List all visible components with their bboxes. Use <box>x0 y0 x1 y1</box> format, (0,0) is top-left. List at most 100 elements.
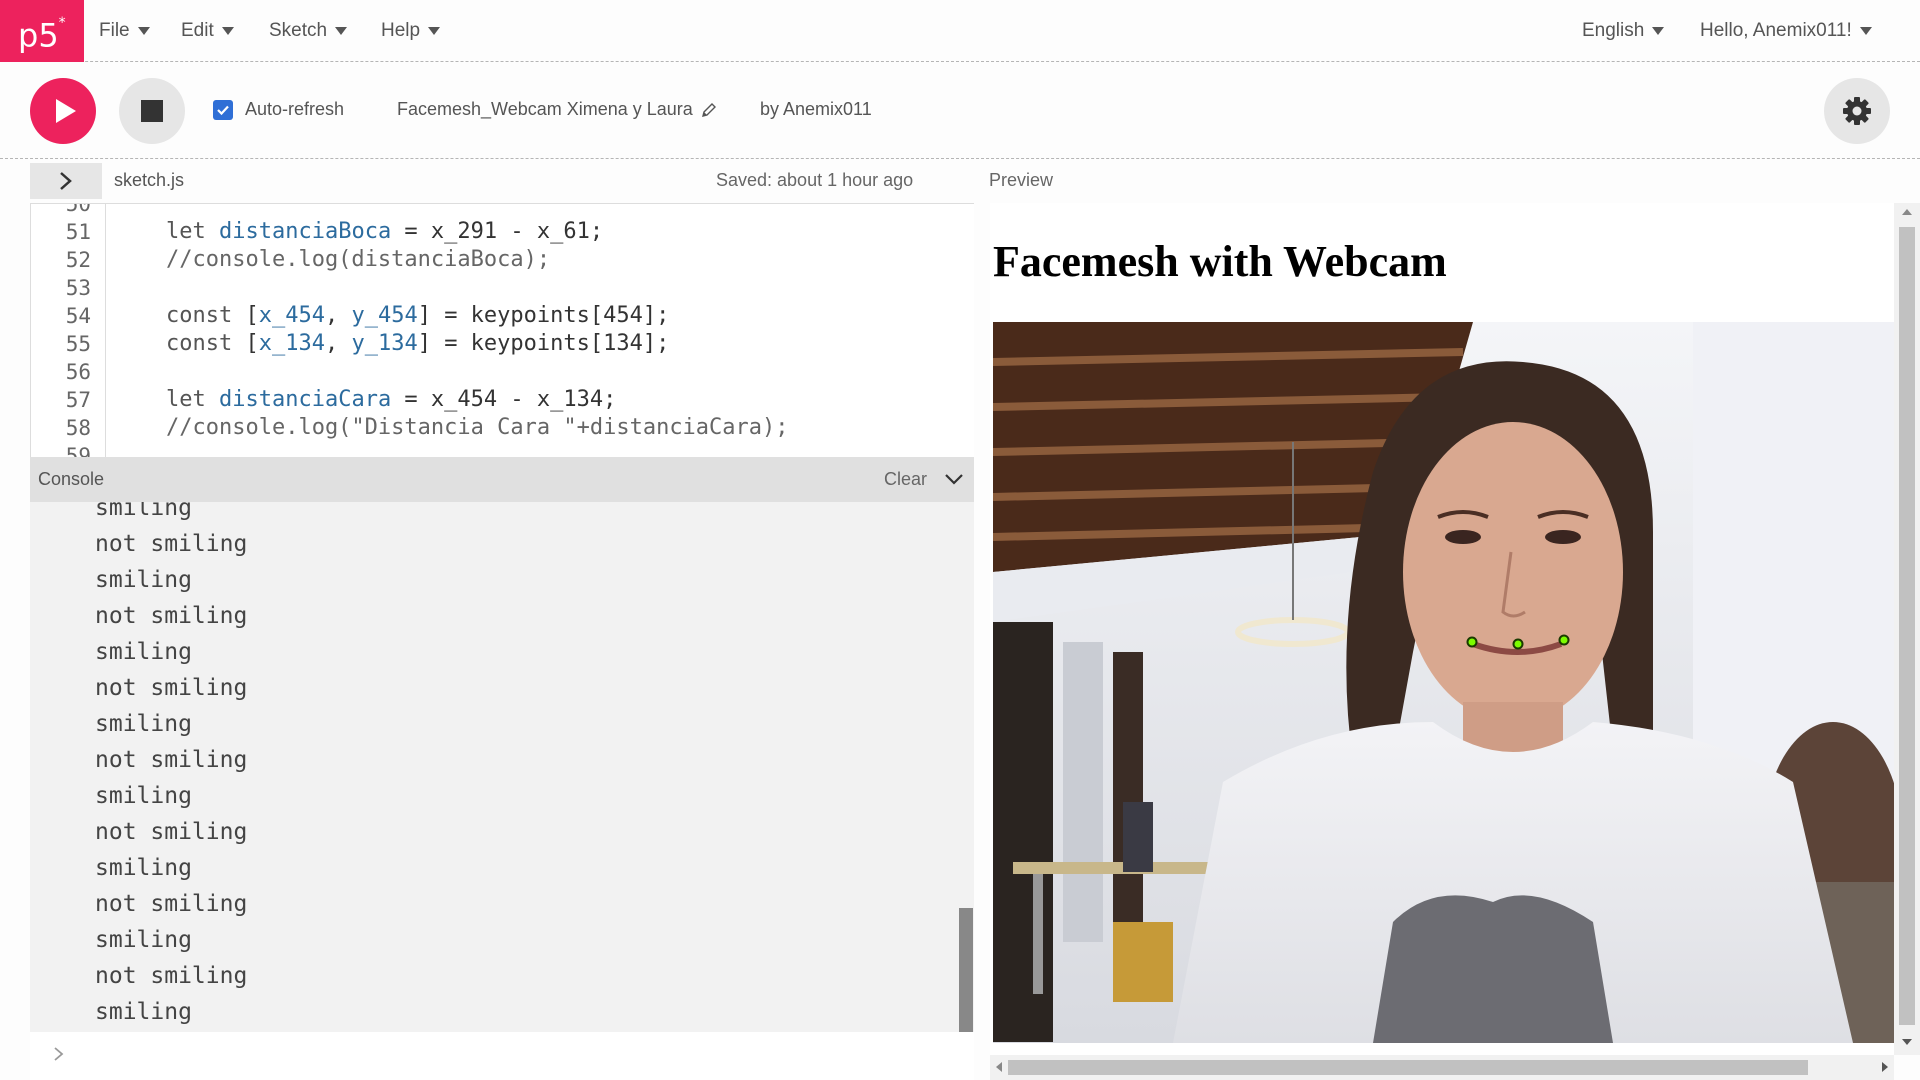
code-line[interactable]: 53 <box>31 274 974 302</box>
pencil-icon[interactable] <box>701 102 717 118</box>
line-number: 52 <box>65 248 91 272</box>
menu-edit[interactable]: Edit <box>181 0 234 62</box>
console-message: smiling <box>95 783 192 809</box>
auto-refresh-toggle[interactable]: Auto-refresh <box>213 99 344 120</box>
code-line[interactable]: 50 <box>31 203 974 218</box>
file-tab-name[interactable]: sketch.js <box>114 170 184 191</box>
line-number: 57 <box>65 388 91 412</box>
console-header: Console Clear <box>30 457 974 502</box>
console-message: smiling <box>95 502 192 521</box>
console-message: not smiling <box>95 891 248 917</box>
menu-help-label: Help <box>381 20 421 41</box>
check-icon <box>217 105 229 115</box>
play-button[interactable] <box>30 78 96 144</box>
caret-down-icon <box>137 27 150 35</box>
p5-logo[interactable]: p5* <box>0 0 84 62</box>
preview-horizontal-scrollbar-thumb[interactable] <box>1008 1060 1808 1075</box>
console-title: Console <box>38 469 105 489</box>
console-message: smiling <box>95 567 192 593</box>
code-line[interactable]: 52 //console.log(distanciaBoca); <box>31 246 974 274</box>
line-number: 59 <box>65 444 91 457</box>
code-line[interactable]: 58 //console.log("Distancia Cara "+distan… <box>31 414 974 442</box>
menu-help[interactable]: Help <box>381 0 441 62</box>
logo-asterisk: * <box>58 15 66 31</box>
console-message: not smiling <box>95 747 248 773</box>
code-line[interactable]: 51 let distanciaBoca = x_291 - x_61; <box>31 218 974 246</box>
prompt-chevron-icon <box>54 1047 64 1061</box>
preview-label: Preview <box>989 170 1054 190</box>
menu-file[interactable]: File <box>99 0 150 62</box>
play-icon <box>56 99 76 123</box>
line-number: 58 <box>65 416 91 440</box>
line-number: 56 <box>65 360 91 384</box>
gear-icon <box>1843 97 1871 125</box>
sidebar-toggle-button[interactable] <box>30 163 102 199</box>
line-number: 53 <box>65 276 91 300</box>
user-greeting: Hello, Anemix011! <box>1700 20 1852 41</box>
sketch-owner[interactable]: by Anemix011 <box>760 99 872 120</box>
console-message: not smiling <box>95 963 248 989</box>
line-number: 51 <box>65 220 91 244</box>
stop-icon <box>141 100 163 122</box>
caret-down-icon <box>428 27 441 35</box>
auto-refresh-checkbox[interactable] <box>213 99 233 120</box>
toolbar: Auto-refresh Facemesh_Webcam Ximena y La… <box>0 63 1920 159</box>
console-clear-button[interactable]: Clear <box>884 469 927 490</box>
line-number: 55 <box>65 332 91 356</box>
console-message: smiling <box>95 855 192 881</box>
console-message: smiling <box>95 711 192 737</box>
scroll-up-icon[interactable] <box>1902 209 1912 215</box>
code-text[interactable]: const [x_454, y_454] = keypoints[454]; <box>166 302 669 330</box>
chevron-down-icon[interactable] <box>944 469 964 489</box>
code-text[interactable]: let distanciaCara = x_454 - x_134; <box>166 386 616 414</box>
preview-horizontal-scrollbar[interactable] <box>990 1055 1894 1080</box>
sketch-name[interactable]: Facemesh_Webcam Ximena y Laura <box>397 99 717 120</box>
preview-pane: Facemesh with Webcam <box>990 203 1895 1058</box>
settings-button[interactable] <box>1824 78 1890 144</box>
code-text[interactable]: let distanciaBoca = x_291 - x_61; <box>166 218 603 246</box>
code-text[interactable]: //console.log(distanciaBoca); <box>166 246 550 274</box>
console-lines: smiling not smiling smiling not smiling smil… <box>30 502 974 1030</box>
chevron-right-icon <box>60 172 72 190</box>
code-text[interactable]: //console.log("Distancia Cara "+distanci… <box>166 414 789 442</box>
preview-vertical-scrollbar[interactable] <box>1894 203 1920 1055</box>
code-text[interactable]: const [x_134, y_134] = keypoints[134]; <box>166 330 669 358</box>
menu-sketch-label: Sketch <box>269 20 328 41</box>
code-line[interactable]: 59 <box>31 442 974 457</box>
console-message: smiling <box>95 927 192 953</box>
language-label: English <box>1582 20 1645 41</box>
code-line[interactable]: 57 let distanciaCara = x_454 - x_134; <box>31 386 974 414</box>
menu-sketch[interactable]: Sketch <box>269 0 348 62</box>
webcam-canvas[interactable] <box>993 322 1895 1043</box>
line-number: 50 <box>65 203 91 216</box>
line-number: 54 <box>65 304 91 328</box>
console-scrollbar-thumb[interactable] <box>959 908 973 1032</box>
language-menu[interactable]: English <box>1582 0 1665 62</box>
code-editor[interactable]: 50 51 let distanciaBoca = x_291 - x_61; 52 /… <box>30 203 974 457</box>
auto-refresh-label: Auto-refresh <box>245 99 345 119</box>
scroll-left-icon[interactable] <box>996 1062 1002 1072</box>
console-message: not smiling <box>95 819 248 845</box>
code-line[interactable]: 54 const [x_454, y_454] = keypoints[454]; <box>31 302 974 330</box>
caret-down-icon <box>1859 27 1872 35</box>
code-lines[interactable]: 50 51 let distanciaBoca = x_291 - x_61; 52 /… <box>31 203 974 457</box>
console-input[interactable] <box>30 1032 974 1080</box>
stop-button[interactable] <box>119 78 185 144</box>
caret-down-icon <box>1652 27 1665 35</box>
console-output: smiling not smiling smiling not smiling smil… <box>30 502 974 1032</box>
scroll-right-icon[interactable] <box>1882 1062 1888 1072</box>
scroll-down-icon[interactable] <box>1902 1039 1912 1045</box>
menu-edit-label: Edit <box>181 20 214 41</box>
code-line[interactable]: 56 <box>31 358 974 386</box>
user-menu[interactable]: Hello, Anemix011! <box>1700 0 1872 62</box>
sketch-name-text: Facemesh_Webcam Ximena y Laura <box>397 99 693 119</box>
saved-status: Saved: about 1 hour ago <box>716 170 914 190</box>
console-message: smiling <box>95 639 192 665</box>
code-line[interactable]: 55 const [x_134, y_134] = keypoints[134]; <box>31 330 974 358</box>
console-message: not smiling <box>95 675 248 701</box>
menu-file-label: File <box>99 20 130 41</box>
console-message: not smiling <box>95 531 248 557</box>
preview-vertical-scrollbar-thumb[interactable] <box>1899 227 1915 1025</box>
console-message: not smiling <box>95 603 248 629</box>
caret-down-icon <box>221 27 234 35</box>
